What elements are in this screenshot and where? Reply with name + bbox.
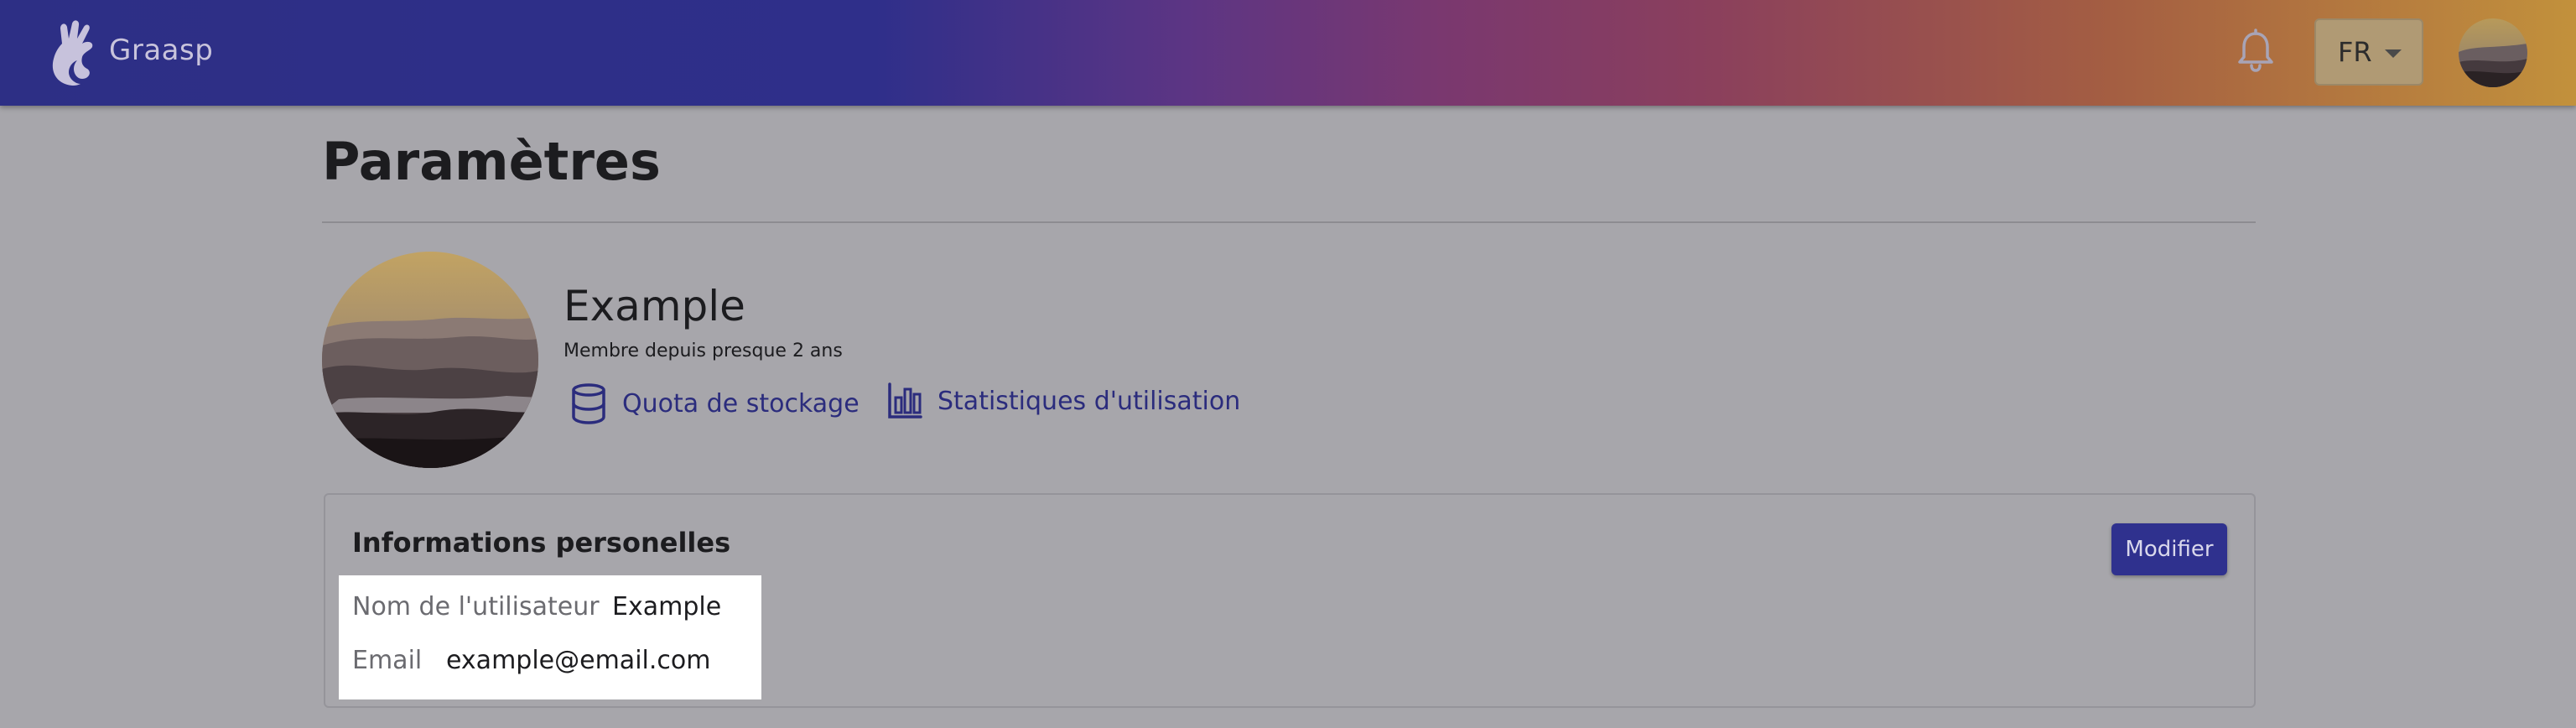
- language-value: FR: [2338, 36, 2372, 68]
- graasp-logo-icon[interactable]: [47, 18, 101, 87]
- language-select[interactable]: FR: [2314, 18, 2423, 86]
- title-divider: [322, 221, 2256, 223]
- bell-icon[interactable]: [2236, 29, 2276, 74]
- username-row: Nom de l'utilisateur Example: [352, 592, 721, 621]
- profile-name: Example: [564, 282, 745, 330]
- avatar[interactable]: [2459, 18, 2527, 87]
- email-value: example@email.com: [446, 646, 711, 675]
- database-icon: [572, 383, 605, 424]
- usage-stats-link[interactable]: Statistiques d'utilisation: [887, 382, 1240, 419]
- edit-button[interactable]: Modifier: [2111, 523, 2227, 575]
- personal-info-card: Informations personelles Modifier Nom de…: [324, 493, 2256, 708]
- member-since-text: Membre depuis presque 2 ans: [564, 341, 843, 361]
- chevron-down-icon: [2385, 49, 2402, 58]
- storage-quota-link[interactable]: Quota de stockage: [570, 382, 860, 424]
- storage-quota-label: Quota de stockage: [622, 388, 860, 419]
- brand-name: Graasp: [109, 34, 214, 67]
- email-row: Email example@email.com: [352, 646, 710, 675]
- profile-avatar: [322, 252, 538, 468]
- top-app-bar: Graasp FR: [0, 0, 2576, 106]
- usage-stats-label: Statistiques d'utilisation: [937, 386, 1241, 416]
- email-label: Email: [352, 646, 423, 675]
- username-label: Nom de l'utilisateur: [352, 592, 600, 621]
- page-title: Paramètres: [322, 131, 661, 192]
- bar-chart-icon: [888, 382, 922, 419]
- personal-info-title: Informations personelles: [352, 527, 731, 559]
- username-value: Example: [612, 592, 722, 621]
- info-fields-highlight: Nom de l'utilisateur Example Email examp…: [339, 575, 761, 699]
